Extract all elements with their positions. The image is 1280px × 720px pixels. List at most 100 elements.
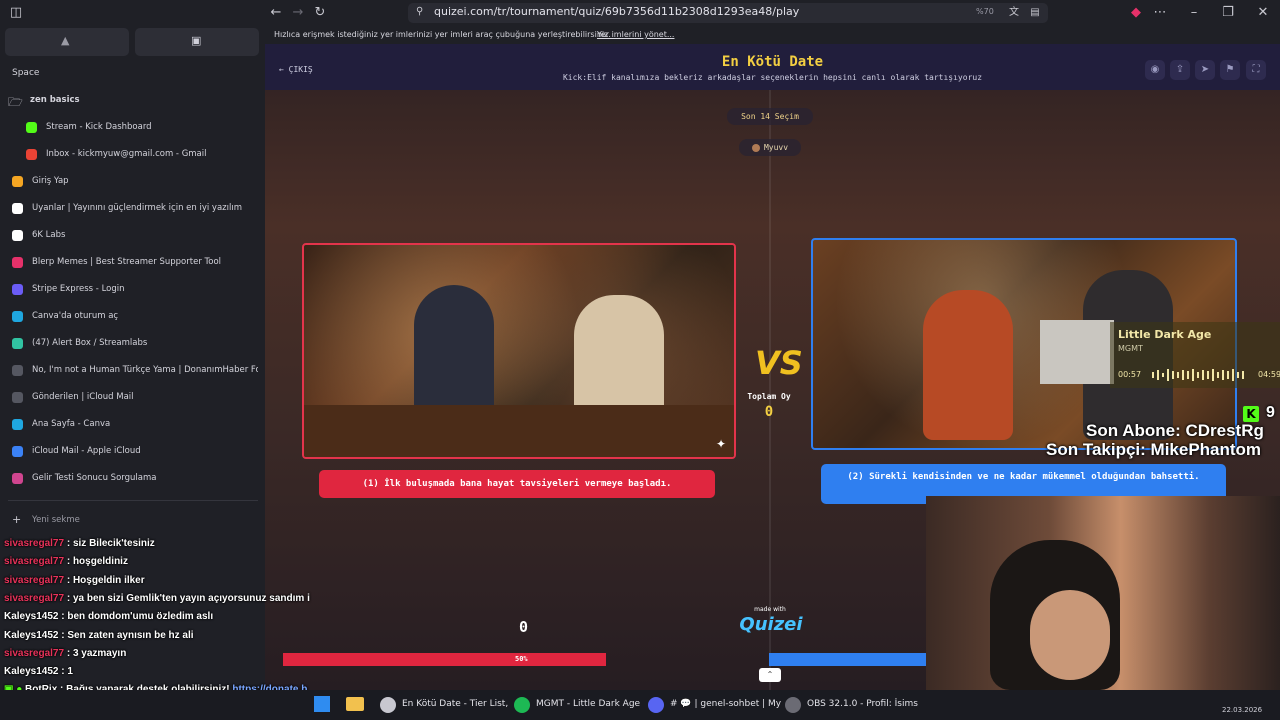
last-subscriber: Son Abone: CDrestRg [1086, 421, 1264, 440]
tab-title: Blerp Memes | Best Streamer Supporter To… [32, 257, 222, 267]
file-explorer-icon[interactable] [346, 697, 364, 711]
kick-logo-icon: K [1243, 406, 1259, 422]
extension-icon[interactable]: ◆ [1128, 5, 1144, 21]
chat-text: : siz Bilecik'tesiniz [64, 538, 155, 549]
taskbar-date: 22.03.2026 [1222, 706, 1263, 714]
new-tab-label: Yeni sekme [32, 515, 80, 525]
chat-username: Kaleys1452 [4, 629, 59, 641]
favicon-icon [12, 203, 23, 214]
scroll-up-button[interactable]: ⌃ [759, 668, 781, 682]
app-icon [514, 697, 530, 713]
site-info-icon[interactable]: ⚲ [416, 6, 423, 17]
view-icon[interactable]: ◉ [1145, 60, 1165, 80]
browser-toolbar: ◫ ← → ↻ ⚲ quizei.com/tr/tournament/quiz/… [0, 0, 1280, 26]
favicon-icon [12, 311, 23, 322]
url-text[interactable]: quizei.com/tr/tournament/quiz/69b7356d11… [434, 5, 799, 18]
left-score: 0 [519, 618, 529, 636]
chat-username: sivasregal77 [4, 592, 65, 604]
progress-left [283, 653, 606, 666]
sidebar-separator [8, 500, 258, 501]
person-left [923, 290, 1013, 440]
minimize-icon[interactable]: – [1186, 5, 1202, 21]
sidebar-tab-item[interactable]: Inbox - kickmyuw@gmail.com - Gmail [24, 145, 272, 165]
taskbar-app[interactable]: MGMT - Little Dark Age [514, 690, 642, 720]
maximize-icon[interactable]: ❐ [1220, 5, 1236, 21]
taskbar-label: # 💬 | genel-sohbet | My [670, 699, 782, 709]
taskbar-app[interactable]: En Kötü Date - Tier List, [380, 690, 508, 720]
flag-icon[interactable]: ⚑ [1220, 60, 1240, 80]
close-icon[interactable]: ✕ [1255, 5, 1271, 21]
share-icon[interactable]: ⇪ [1170, 60, 1190, 80]
favicon-icon [12, 473, 23, 484]
taskbar-label: En Kötü Date - Tier List, [402, 699, 509, 709]
chat-username: sivasregal77 [4, 647, 65, 659]
album-art [1040, 320, 1114, 384]
made-with-label: made with [754, 606, 786, 613]
option-left-image[interactable]: ✦ [302, 243, 736, 459]
tab-title: (47) Alert Box / Streamlabs [32, 338, 148, 348]
sidebar-tab-item[interactable]: Ana Sayfa - Canva [10, 415, 258, 435]
forward-icon[interactable]: → [290, 5, 306, 21]
sidebar-tab-item[interactable]: Uyanlar | Yayınını güçlendirmek için en … [10, 199, 258, 219]
chat-message: sivasregal77 : Hoşgeldin ilker [4, 575, 145, 586]
sidebar-toggle-icon[interactable]: ◫ [8, 5, 24, 21]
webcam-person-face [1030, 590, 1110, 680]
favicon-icon [12, 257, 23, 268]
sidebar-tab-item[interactable]: No, I'm not a Human Türkçe Yama | Donanı… [10, 361, 258, 381]
folder-zen-basics[interactable]: 🗁 zen basics [8, 91, 256, 111]
center-divider [769, 90, 771, 690]
manage-bookmarks-link[interactable]: Yer imlerini yönet... [597, 30, 674, 39]
sidebar-tab-item[interactable]: 6K Labs [10, 226, 258, 246]
fullscreen-icon[interactable]: ⛶ [1246, 60, 1266, 80]
chat-text: : hoşgeldiniz [64, 556, 128, 568]
zoom-indicator[interactable]: %70 [976, 7, 994, 16]
chat-username: sivasregal77 [4, 538, 65, 549]
brand-logo[interactable]: Quizei [731, 614, 811, 635]
song-duration: 04:59 [1258, 370, 1280, 379]
reader-icon[interactable]: ▤ [1027, 5, 1043, 21]
pinned-tab-button[interactable]: ▣ [135, 28, 259, 56]
waveform [1152, 369, 1244, 381]
chat-text: : Sen zaten aynısın be hz ali [58, 629, 194, 641]
round-badge: Son 14 Seçim [727, 108, 813, 125]
start-icon[interactable] [314, 696, 330, 712]
triangle-icon: ▲ [61, 34, 70, 47]
chat-message: Kaleys1452 : 1 [4, 666, 73, 677]
total-votes-value: 0 [764, 404, 774, 420]
tab-title: Inbox - kickmyuw@gmail.com - Gmail [46, 149, 207, 159]
chat-message: Kaleys1452 : Sen zaten aynısın be hz ali [4, 630, 194, 641]
sidebar-tab-item[interactable]: Stream - Kick Dashboard [24, 118, 272, 138]
favicon-icon [26, 149, 37, 160]
sidebar-tab-item[interactable]: Gelir Testi Sonucu Sorgulama [10, 469, 258, 489]
vs-logo: VS [755, 344, 803, 382]
taskbar-app[interactable]: OBS 32.1.0 - Profil: İsims [785, 690, 918, 720]
chat-message: sivasregal77 : 3 yazmayın [4, 648, 126, 659]
sidebar-tab-item[interactable]: Giriş Yap [10, 172, 258, 192]
new-tab-button[interactable]: + Yeni sekme [10, 511, 258, 531]
reload-icon[interactable]: ↻ [312, 5, 328, 21]
folder-icon: 🗁 [8, 95, 23, 109]
send-icon[interactable]: ➤ [1195, 60, 1215, 80]
favicon-icon [12, 176, 23, 187]
song-elapsed: 00:57 [1118, 370, 1142, 379]
sidebar-tab-item[interactable]: Stripe Express - Login [10, 280, 258, 300]
sidebar-tab-item[interactable]: Canva'da oturum aç [10, 307, 258, 327]
chat-username: Kaleys1452 [4, 666, 59, 678]
back-icon[interactable]: ← [268, 5, 284, 21]
user-badge: Myuvv [739, 139, 801, 156]
chat-text: : Hoşgeldin ilker [64, 574, 145, 586]
tab-title: Canva'da oturum aç [32, 311, 119, 321]
sidebar-tab-item[interactable]: Blerp Memes | Best Streamer Supporter To… [10, 253, 258, 273]
tab-sidebar: ▲ ▣ Space 🗁 zen basics + Yeni sekme Stre… [0, 26, 265, 690]
translate-icon[interactable]: 文 [1006, 5, 1022, 21]
favicon-icon [12, 230, 23, 241]
tab-title: Stream - Kick Dashboard [46, 122, 152, 132]
option-left-button[interactable]: (1) İlk buluşmada bana hayat tavsiyeleri… [319, 470, 715, 498]
tab-title: Stripe Express - Login [32, 284, 125, 294]
sidebar-tab-item[interactable]: (47) Alert Box / Streamlabs [10, 334, 258, 354]
taskbar-app[interactable]: # 💬 | genel-sohbet | My [648, 690, 781, 720]
more-menu-icon[interactable]: ⋯ [1152, 5, 1168, 21]
sidebar-tab-item[interactable]: iCloud Mail - Apple iCloud [10, 442, 258, 462]
sidebar-tab-item[interactable]: Gönderilen | iCloud Mail [10, 388, 258, 408]
pinned-tab-button[interactable]: ▲ [5, 28, 129, 56]
